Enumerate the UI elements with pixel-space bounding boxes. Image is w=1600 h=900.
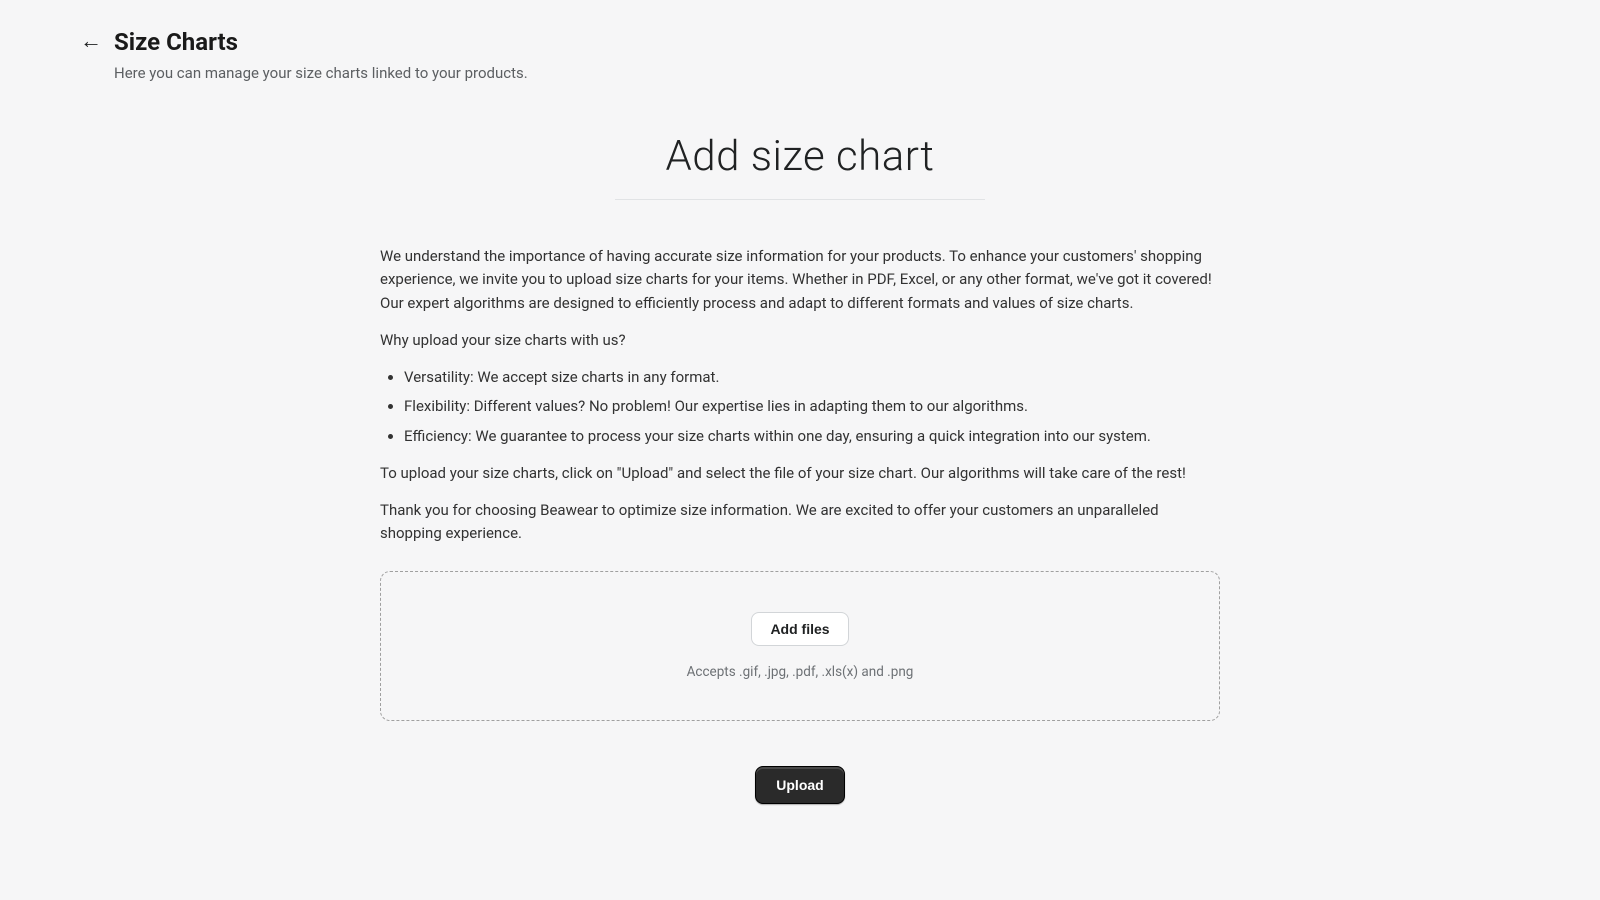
dropzone-hint: Accepts .gif, .jpg, .pdf, .xls(x) and .p… bbox=[401, 664, 1199, 680]
page-header: ← Size Charts Here you can manage your s… bbox=[0, 0, 1600, 92]
howto-paragraph: To upload your size charts, click on "Up… bbox=[380, 462, 1220, 485]
title-divider bbox=[615, 199, 985, 200]
thanks-paragraph: Thank you for choosing Beawear to optimi… bbox=[380, 499, 1220, 546]
list-item: Versatility: We accept size charts in an… bbox=[404, 366, 1220, 389]
page-title: Size Charts bbox=[114, 28, 238, 56]
file-dropzone[interactable]: Add files Accepts .gif, .jpg, .pdf, .xls… bbox=[380, 571, 1220, 721]
intro-paragraph: We understand the importance of having a… bbox=[380, 245, 1220, 315]
content-body: We understand the importance of having a… bbox=[380, 245, 1220, 546]
list-item: Efficiency: We guarantee to process your… bbox=[404, 425, 1220, 448]
page-subtitle: Here you can manage your size charts lin… bbox=[114, 64, 1520, 82]
why-heading: Why upload your size charts with us? bbox=[380, 329, 1220, 352]
back-arrow-icon[interactable]: ← bbox=[80, 31, 102, 53]
benefits-list: Versatility: We accept size charts in an… bbox=[404, 366, 1220, 448]
main-content: Add size chart We understand the importa… bbox=[360, 132, 1240, 804]
list-item: Flexibility: Different values? No proble… bbox=[404, 395, 1220, 418]
header-row: ← Size Charts bbox=[80, 28, 1520, 56]
main-title: Add size chart bbox=[380, 132, 1220, 181]
upload-button[interactable]: Upload bbox=[755, 766, 844, 804]
upload-row: Upload bbox=[380, 766, 1220, 804]
add-files-button[interactable]: Add files bbox=[751, 612, 848, 646]
